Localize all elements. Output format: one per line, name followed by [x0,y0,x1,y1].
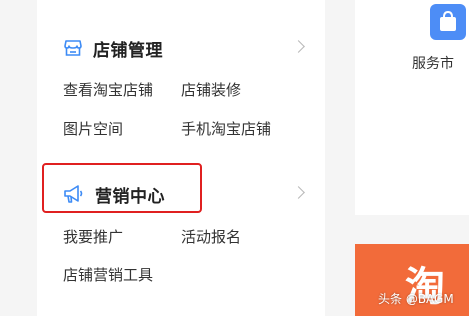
store-marketing-tools-link[interactable]: 店铺营销工具 [63,264,153,285]
image-space-link[interactable]: 图片空间 [63,118,123,139]
service-market-label[interactable]: 服务市 [412,53,454,73]
view-taobao-store-link[interactable]: 查看淘宝店铺 [63,79,153,100]
watermark: 头条 @BAGM [378,292,454,306]
marketing-chevron-right-icon[interactable] [292,186,305,199]
page: 店铺管理 查看淘宝店铺 店铺装修 图片空间 手机淘宝店铺 营销中心 我要推广 活… [0,0,469,316]
store-management-header[interactable]: 店铺管理 [63,34,163,62]
mobile-taobao-store-link[interactable]: 手机淘宝店铺 [181,118,271,139]
storefront-icon [63,38,83,58]
store-management-title: 店铺管理 [93,40,163,61]
highlight-box [42,163,202,213]
store-decoration-link[interactable]: 店铺装修 [181,79,241,100]
sidebar: 店铺管理 查看淘宝店铺 店铺装修 图片空间 手机淘宝店铺 营销中心 我要推广 活… [37,0,325,316]
service-market-icon[interactable] [430,4,466,40]
store-chevron-right-icon[interactable] [292,40,305,53]
promote-link[interactable]: 我要推广 [63,226,123,247]
event-signup-link[interactable]: 活动报名 [181,226,241,247]
